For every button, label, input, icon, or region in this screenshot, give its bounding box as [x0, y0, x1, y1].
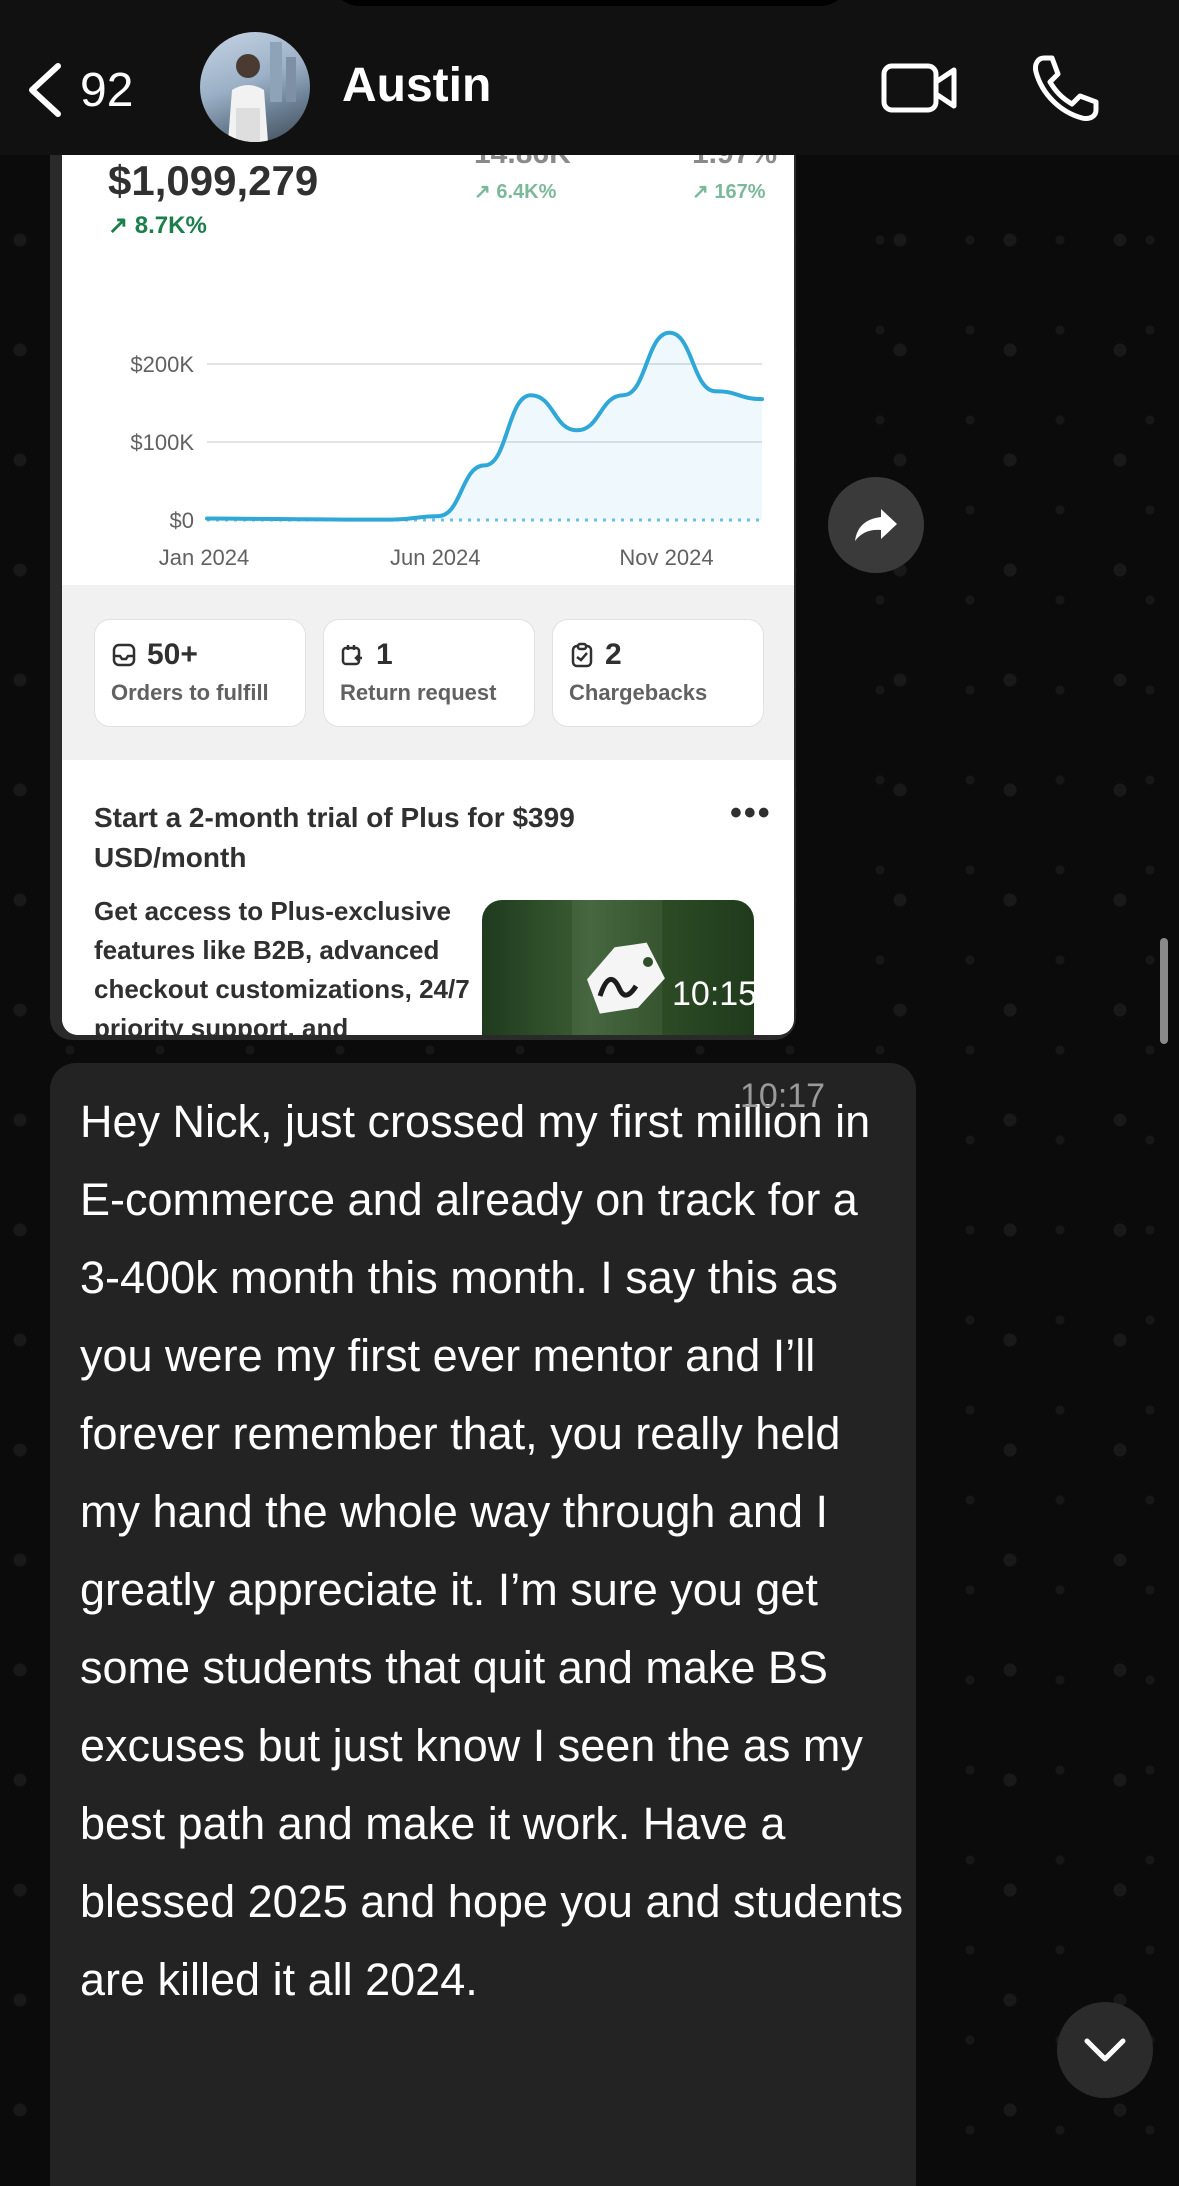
total-sales-change-text: 8.7K%: [134, 212, 207, 239]
arrow-up-right-icon: ↗: [474, 181, 497, 203]
card-label: Return request: [340, 680, 497, 705]
card-label: Orders to fulfill: [111, 680, 269, 705]
total-sales-change: ↗ 8.7K%: [108, 211, 207, 240]
image-timestamp: 10:15: [672, 975, 758, 1013]
contact-name[interactable]: Austin: [342, 58, 491, 113]
chat-header: 92 Austin: [0, 0, 1179, 155]
sessions-value: 14.86K: [474, 155, 571, 171]
unread-count: 92: [80, 63, 134, 117]
card-return-request[interactable]: 1 Return request: [323, 619, 535, 727]
y-tick-label: $100K: [130, 430, 194, 455]
forward-button[interactable]: [828, 477, 924, 573]
sales-chart: $0 $100K $200K Jan 2024 Jun 2024 Nov 2024: [130, 330, 764, 570]
return-icon: [341, 645, 362, 666]
conversion-change: ↗ 167%: [692, 179, 765, 204]
x-tick-label: Nov 2024: [619, 545, 713, 570]
card-orders-to-fulfill[interactable]: 50+ Orders to fulfill: [94, 619, 306, 727]
conversion-change-text: 167%: [714, 181, 766, 203]
video-call-button[interactable]: [880, 58, 960, 118]
sessions-change-text: 6.4K%: [496, 181, 557, 203]
card-chargebacks[interactable]: 2 Chargebacks: [552, 619, 764, 727]
shared-screenshot: $1,099,279 ↗ 8.7K% 14.86K ↗ 6.4K% 1.97% …: [62, 155, 794, 1035]
summary-cards: 50+ Orders to fulfill 1 Return request 2 Ch…: [62, 585, 794, 760]
conversion-value: 1.97%: [692, 155, 777, 171]
series-area: [207, 332, 762, 520]
x-tick-label: Jan 2024: [159, 545, 250, 570]
sessions-change: ↗ 6.4K%: [474, 179, 556, 204]
promo-image: [482, 900, 754, 1035]
card-label: Chargebacks: [569, 680, 708, 705]
avatar[interactable]: [200, 32, 310, 142]
sales-metrics: $1,099,279 ↗ 8.7K% 14.86K ↗ 6.4K% 1.97% …: [62, 155, 794, 275]
price-tag-icon: [572, 900, 665, 1035]
forward-arrow-icon: [855, 509, 897, 541]
y-tick-label: $0: [170, 508, 194, 533]
promo-title: Start a 2-month trial of Plus for $399 U…: [94, 802, 575, 873]
avatar-photo: [228, 42, 296, 142]
chevron-down-icon: [1084, 2038, 1126, 2062]
image-message-bubble[interactable]: $1,099,279 ↗ 8.7K% 14.86K ↗ 6.4K% 1.97% …: [50, 155, 796, 1040]
card-value: 50+: [147, 638, 198, 671]
inbox-icon: [112, 643, 136, 667]
voice-call-button[interactable]: [1030, 52, 1102, 124]
chevron-left-icon: [29, 63, 61, 117]
video-camera-icon: [881, 63, 957, 113]
card-value: 2: [605, 638, 622, 671]
more-options-icon: •••: [730, 794, 772, 832]
x-tick-label: Jun 2024: [390, 545, 481, 570]
message-timestamp: 10:17: [740, 1077, 826, 1115]
y-tick-label: $200K: [130, 352, 194, 377]
text-message-bubble[interactable]: Hey Nick, just crossed my first million …: [50, 1063, 916, 2186]
arrow-up-right-icon: ↗: [692, 181, 715, 203]
promo-body: Get access to Plus-exclusive features li…: [94, 896, 470, 1035]
card-value: 1: [376, 638, 393, 671]
scroll-to-bottom-button[interactable]: [1057, 2002, 1153, 2098]
card-header: 50+: [111, 638, 289, 672]
card-header: 1: [340, 638, 518, 672]
card-header: 2: [569, 638, 747, 672]
back-button[interactable]: 92: [22, 55, 172, 125]
message-text: Hey Nick, just crossed my first million …: [80, 1096, 904, 2005]
clipboard-check-icon: [571, 642, 593, 668]
total-sales-value: $1,099,279: [108, 157, 319, 204]
arrow-up-right-icon: ↗: [108, 212, 135, 239]
phone-icon: [1033, 55, 1099, 121]
scrollbar-thumb[interactable]: [1160, 938, 1168, 1044]
device-notch: [330, 0, 850, 6]
